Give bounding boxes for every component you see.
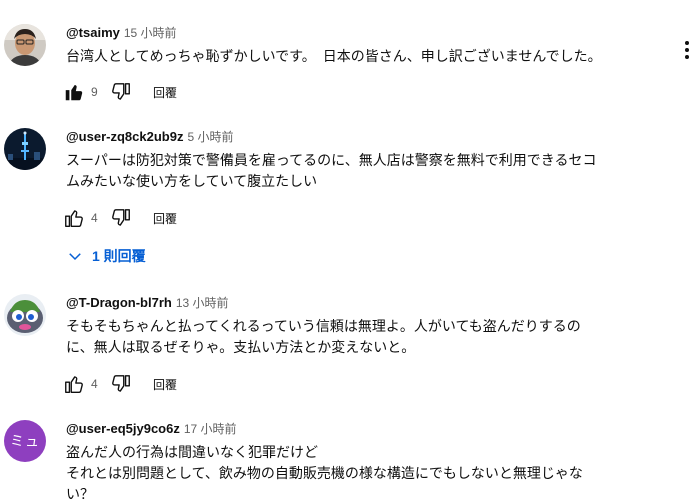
comment-text: 盗んだ人の行為は間違いなく犯罪だけど それとは別問題として、飲み物の自動販売機の…: [66, 442, 666, 502]
dislike-button[interactable]: [109, 206, 133, 230]
author-name[interactable]: @T-Dragon-bl7rh: [66, 295, 172, 310]
thumb-up-icon: [65, 376, 83, 393]
like-count: 4: [91, 377, 98, 391]
like-count: 9: [91, 85, 98, 99]
like-button[interactable]: [62, 372, 86, 396]
reply-button[interactable]: 回覆: [153, 210, 177, 227]
comment-text: そもそもちゃんと払ってくれるっていう信頼は無理よ。人がいても盗んだりするの に、…: [66, 316, 666, 358]
like-count: 4: [91, 211, 98, 225]
comment-text: 台湾人としてめっちゃ恥ずかしいです。 日本の皆さん、申し訳ございませんでした。: [66, 46, 666, 67]
cartoon-creature-avatar-icon: [4, 294, 46, 336]
more-options-button[interactable]: [680, 38, 694, 62]
person-photo-avatar-icon: [4, 24, 46, 66]
replies-count-label: 1 則回覆: [92, 248, 146, 264]
comment-text-line: 盗んだ人の行為は間違いなく犯罪だけど: [66, 444, 318, 460]
avatar[interactable]: [4, 24, 46, 66]
comment-actions: 4 回覆: [62, 206, 177, 230]
comment-text-line: スーパーは防犯対策で警備員を雇ってるのに、無人店は警察を無料で利用できるセコ: [66, 152, 597, 168]
comment-text-line: 台湾人としてめっちゃ恥ずかしいです。 日本の皆さん、申し訳ございませんでした。: [66, 48, 602, 64]
dislike-button[interactable]: [109, 80, 133, 104]
comment-header: @user-eq5jy9co6z 17 小時前: [66, 420, 237, 438]
thumb-down-icon: [112, 209, 130, 226]
comment-time[interactable]: 15 小時前: [124, 26, 177, 40]
author-name[interactable]: @tsaimy: [66, 25, 120, 40]
comment-actions: 4 回覆: [62, 372, 177, 396]
comment-text-line: そもそもちゃんと払ってくれるっていう信頼は無理よ。人がいても盗んだりするの: [66, 318, 581, 334]
author-name[interactable]: @user-zq8ck2ub9z: [66, 129, 183, 144]
comment-text-line: に、無人は取るぜそりゃ。支払い方法とか変えないと。: [66, 339, 416, 355]
comment-header: @T-Dragon-bl7rh 13 小時前: [66, 294, 229, 312]
view-replies-button[interactable]: 1 則回覆: [66, 246, 146, 266]
like-button[interactable]: [62, 206, 86, 230]
reply-button[interactable]: 回覆: [153, 84, 177, 101]
thumb-down-icon: [112, 83, 130, 100]
avatar[interactable]: ミュ: [4, 420, 46, 462]
avatar[interactable]: [4, 294, 46, 336]
comment-time[interactable]: 5 小時前: [187, 130, 233, 144]
reply-button[interactable]: 回覆: [153, 376, 177, 393]
comment-text-line: い？: [66, 486, 94, 502]
comment-text: スーパーは防犯対策で警備員を雇ってるのに、無人店は警察を無料で利用できるセコ ム…: [66, 150, 666, 192]
dislike-button[interactable]: [109, 372, 133, 396]
more-vert-icon: [685, 41, 689, 45]
comment-text-line: ムみたいな使い方をしていて腹立たしい: [66, 173, 318, 189]
chevron-down-icon: [69, 253, 81, 261]
avatar[interactable]: [4, 128, 46, 170]
night-tower-avatar-icon: [4, 128, 46, 170]
comment-time[interactable]: 13 小時前: [176, 296, 229, 310]
comment-text-line: それとは別問題として、飲み物の自動販売機の様な構造にでもしないと無理じゃな: [66, 465, 583, 481]
avatar-letter: ミュ: [10, 433, 40, 449]
thumb-up-icon: [65, 210, 83, 227]
like-button[interactable]: [62, 80, 86, 104]
thumb-down-icon: [112, 375, 130, 392]
author-name[interactable]: @user-eq5jy9co6z: [66, 421, 180, 436]
comment-header: @tsaimy 15 小時前: [66, 24, 177, 42]
thumb-up-icon: [65, 84, 83, 101]
comment-header: @user-zq8ck2ub9z 5 小時前: [66, 128, 233, 146]
comment-time[interactable]: 17 小時前: [184, 422, 237, 436]
comment-actions: 9 回覆: [62, 80, 177, 104]
